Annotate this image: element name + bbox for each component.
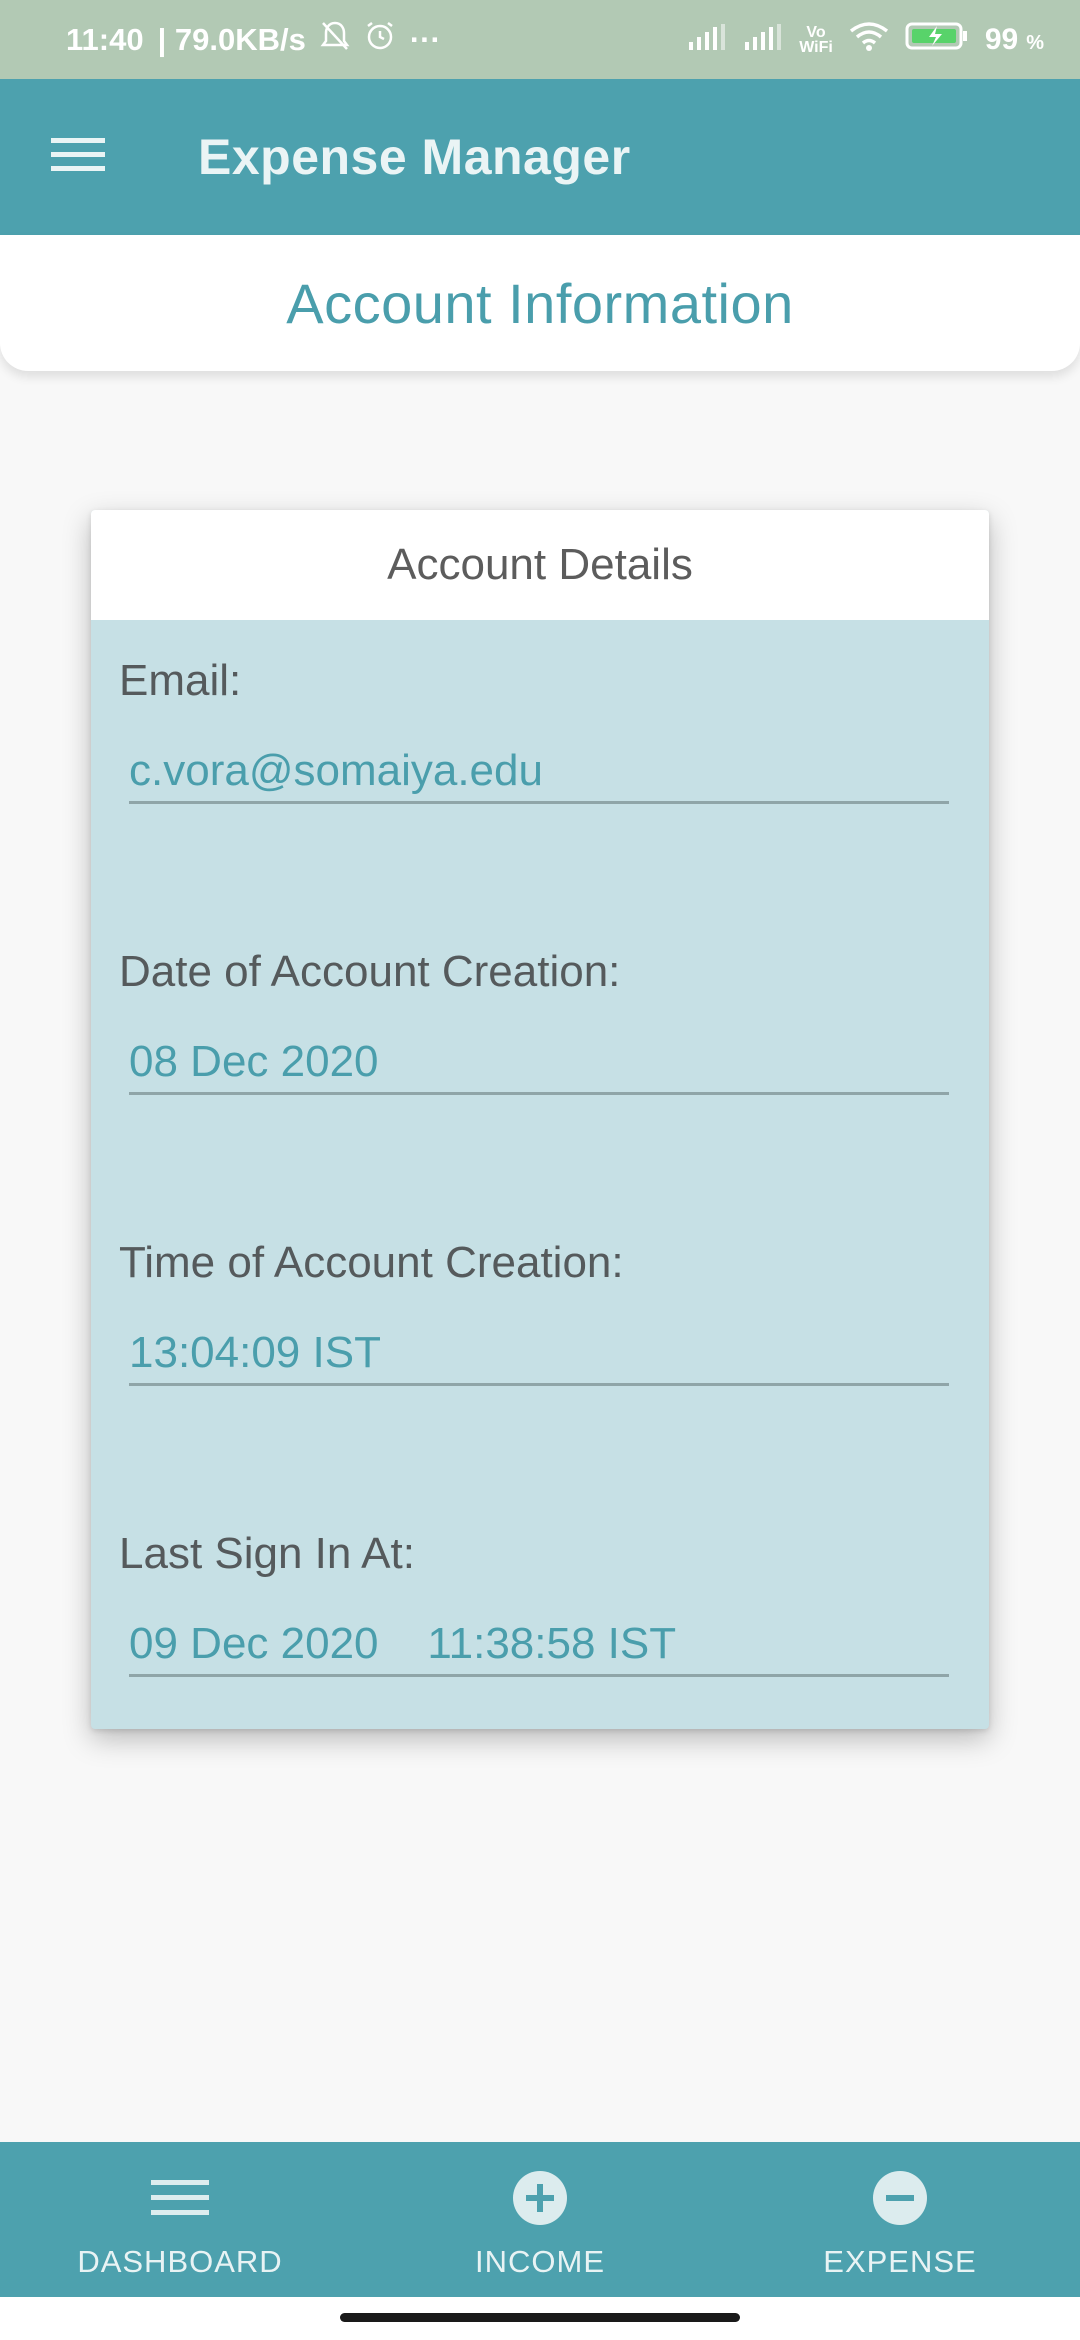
nav-dashboard[interactable]: DASHBOARD: [0, 2142, 360, 2297]
battery-percent-unit: %: [1026, 32, 1044, 54]
more-notifications-icon: ···: [409, 21, 441, 57]
creation-date-label: Date of Account Creation:: [119, 947, 621, 996]
battery-percent: 99: [984, 22, 1019, 56]
creation-time-value: 13:04:09 IST: [129, 1328, 949, 1386]
account-details-card: Account Details Email: c.vora@somaiya.ed…: [91, 510, 989, 1729]
app-title: Expense Manager: [198, 129, 631, 185]
account-details-header: Account Details: [91, 510, 989, 620]
page-title-card: Account Information: [0, 235, 1080, 371]
signal-strength-icon-1: [687, 22, 727, 58]
app-bar: Expense Manager: [0, 79, 1080, 235]
hamburger-menu-button[interactable]: [36, 119, 120, 195]
nav-expense-label: EXPENSE: [823, 2244, 977, 2279]
page-title: Account Information: [286, 271, 794, 335]
home-gesture-bar[interactable]: [340, 2313, 740, 2322]
creation-time-field: Time of Account Creation: 13:04:09 IST: [119, 1238, 961, 1386]
last-sign-in-field: Last Sign In At: 09 Dec 2020 11:38:58 IS…: [119, 1529, 961, 1677]
minus-circle-icon: [872, 2168, 928, 2228]
nav-dashboard-label: DASHBOARD: [77, 2244, 283, 2279]
hamburger-menu-icon: [51, 136, 105, 179]
alarm-clock-icon: [364, 20, 396, 60]
nav-income-label: INCOME: [475, 2244, 605, 2279]
status-right: Vo WiFi 99 %: [687, 21, 1044, 59]
status-bar: 11:40 | 79.0KB/s ··· Vo WiFi 99 %: [0, 0, 1080, 79]
last-sign-in-label: Last Sign In At:: [119, 1529, 415, 1578]
creation-time-label: Time of Account Creation:: [119, 1238, 624, 1287]
battery-charging-icon: [905, 21, 969, 59]
creation-date-field: Date of Account Creation: 08 Dec 2020: [119, 947, 961, 1095]
email-value: c.vora@somaiya.edu: [129, 746, 949, 804]
plus-circle-icon: [512, 2168, 568, 2228]
email-label: Email:: [119, 656, 242, 705]
vowifi-indicator: Vo WiFi: [799, 23, 833, 56]
status-time: 11:40: [66, 21, 144, 57]
signal-strength-icon-2: [743, 22, 783, 58]
status-net-speed: | 79.0KB/s: [157, 21, 306, 57]
wifi-icon: [849, 21, 889, 59]
nav-expense[interactable]: EXPENSE: [720, 2142, 1080, 2297]
email-field: Email: c.vora@somaiya.edu: [119, 656, 961, 804]
status-left: 11:40 | 79.0KB/s ···: [66, 20, 441, 60]
bottom-navigation: DASHBOARD INCOME EXPENSE: [0, 2142, 1080, 2297]
nav-income[interactable]: INCOME: [360, 2142, 720, 2297]
last-sign-in-value: 09 Dec 2020 11:38:58 IST: [129, 1619, 949, 1677]
list-icon: [151, 2168, 209, 2228]
muted-bell-icon: [320, 20, 350, 60]
creation-date-value: 08 Dec 2020: [129, 1037, 949, 1095]
